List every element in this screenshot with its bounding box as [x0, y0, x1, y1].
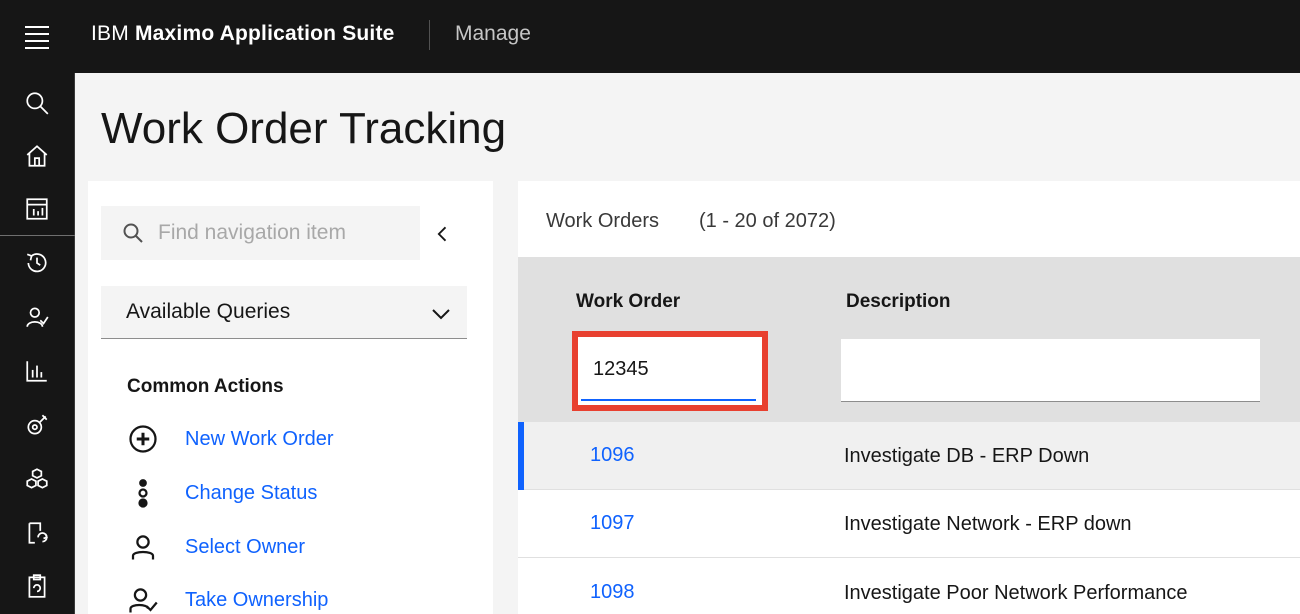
- table-row[interactable]: 1096 Investigate DB - ERP Down: [518, 422, 1300, 490]
- asset-icon[interactable]: [20, 408, 54, 442]
- chevron-down-icon: [429, 302, 453, 326]
- table-row[interactable]: 1098 Investigate Poor Network Performanc…: [518, 559, 1300, 614]
- work-order-filter-field[interactable]: [581, 340, 756, 401]
- chevron-left-icon: [437, 226, 447, 242]
- user-icon: [127, 531, 159, 563]
- column-header-description[interactable]: Description: [846, 291, 951, 313]
- action-label[interactable]: New Work Order: [185, 428, 334, 451]
- work-order-link[interactable]: 1097: [590, 512, 635, 535]
- work-order-link[interactable]: 1096: [590, 444, 635, 467]
- common-actions-heading: Common Actions: [127, 376, 284, 397]
- home-icon[interactable]: [20, 139, 54, 173]
- queries-label: Available Queries: [126, 300, 291, 323]
- structure-icon[interactable]: [20, 462, 54, 496]
- clipboard-icon[interactable]: [20, 569, 54, 603]
- action-label[interactable]: Change Status: [185, 482, 317, 505]
- work-order-description: Investigate Poor Network Performance: [844, 582, 1188, 604]
- action-label[interactable]: Take Ownership: [185, 589, 328, 612]
- user-check-icon: [127, 584, 159, 614]
- side-rail: [0, 73, 75, 614]
- add-circle-icon: [127, 423, 159, 455]
- brand-name: Maximo Application Suite: [134, 22, 395, 45]
- user-check-icon[interactable]: [20, 300, 54, 334]
- column-header-work-order[interactable]: Work Order: [576, 291, 680, 313]
- analytics-icon[interactable]: [20, 354, 54, 388]
- action-new-work-order[interactable]: New Work Order: [127, 421, 467, 457]
- work-order-description: Investigate Network - ERP down: [844, 513, 1132, 535]
- search-icon[interactable]: [20, 86, 54, 120]
- action-select-owner[interactable]: Select Owner: [127, 529, 467, 565]
- collapse-panel-button[interactable]: [428, 219, 458, 249]
- table-header-filter-row: Work Order Description: [518, 257, 1300, 422]
- action-label[interactable]: Select Owner: [185, 536, 305, 559]
- brand-prefix: IBM: [91, 22, 129, 45]
- header-divider: [429, 20, 430, 50]
- highlight-box: [572, 331, 768, 411]
- work-orders-list: Work Orders (1 - 20 of 2072) Work Order …: [518, 181, 1300, 614]
- work-order-link[interactable]: 1098: [590, 581, 635, 604]
- record-count: (1 - 20 of 2072): [699, 210, 836, 232]
- top-header: IBM Maximo Application Suite Manage: [0, 0, 1300, 73]
- description-filter-field[interactable]: [841, 339, 1260, 402]
- refresh-report-icon[interactable]: [20, 516, 54, 550]
- navigation-panel: Available Queries Common Actions New Wor…: [88, 181, 493, 614]
- search-icon: [121, 221, 145, 245]
- nav-search-field[interactable]: [101, 206, 420, 260]
- list-title: Work Orders: [546, 210, 659, 232]
- history-icon[interactable]: [20, 246, 54, 280]
- menu-icon[interactable]: [14, 20, 60, 54]
- app-name: Manage: [455, 22, 531, 45]
- available-queries-dropdown[interactable]: Available Queries: [101, 286, 467, 339]
- list-header: Work Orders (1 - 20 of 2072): [518, 181, 1300, 257]
- work-order-description: Investigate DB - ERP Down: [844, 445, 1090, 467]
- description-filter-input[interactable]: [841, 339, 1260, 401]
- action-change-status[interactable]: Change Status: [127, 475, 467, 511]
- action-take-ownership[interactable]: Take Ownership: [127, 582, 467, 614]
- table-row[interactable]: 1097 Investigate Network - ERP down: [518, 490, 1300, 558]
- page-title: Work Order Tracking: [101, 104, 507, 153]
- work-order-filter-input[interactable]: [581, 340, 756, 399]
- rail-divider: [0, 235, 75, 236]
- nav-search-input[interactable]: [158, 206, 408, 260]
- dashboard-icon[interactable]: [20, 192, 54, 226]
- status-dots-icon: [127, 477, 159, 509]
- brand-title[interactable]: IBM Maximo Application Suite: [91, 22, 395, 46]
